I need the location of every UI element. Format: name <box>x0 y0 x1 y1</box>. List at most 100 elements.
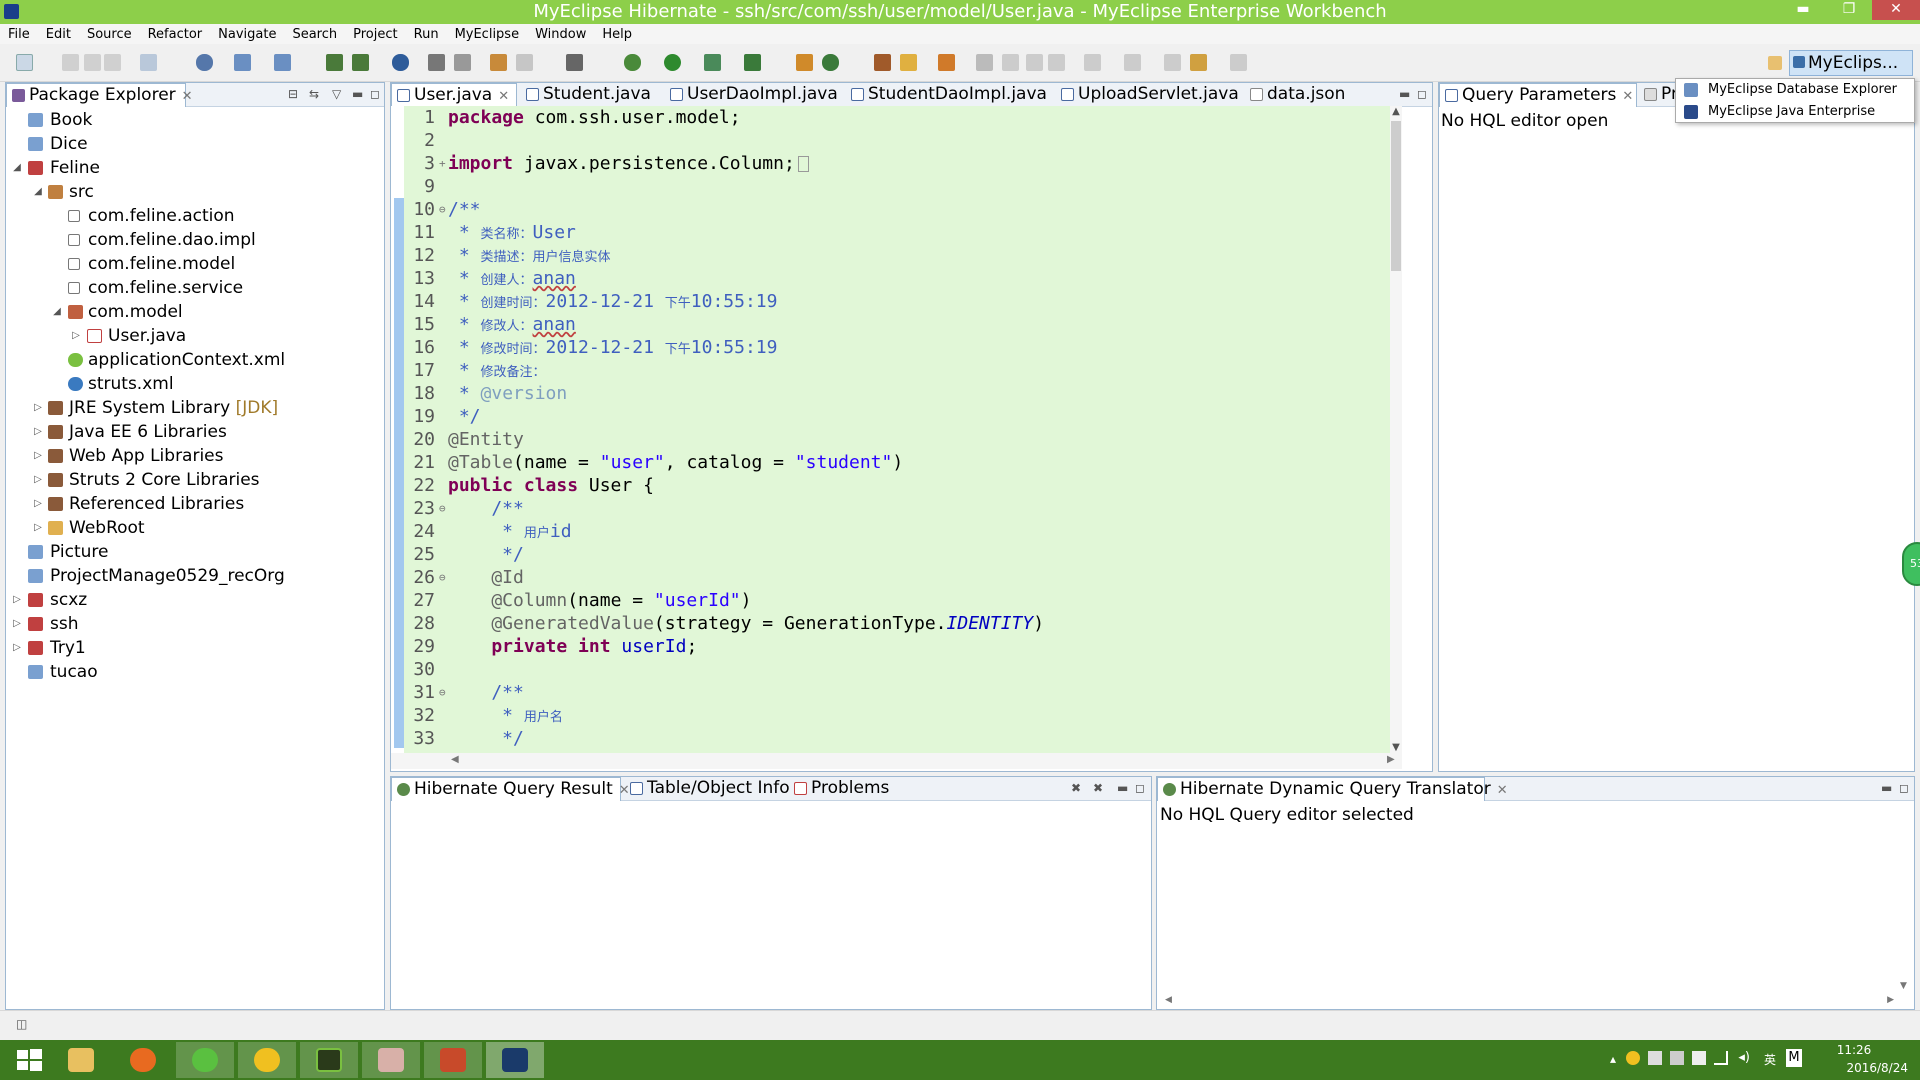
save-icon[interactable] <box>62 54 79 71</box>
expanded-arrow-icon[interactable]: ◢ <box>32 180 44 204</box>
refresh-icon[interactable] <box>822 54 839 71</box>
flag-icon[interactable] <box>1648 1051 1662 1065</box>
show-whitespace-icon[interactable] <box>1048 54 1065 71</box>
maximize-view-icon[interactable]: ◻ <box>1899 781 1909 795</box>
taskbar-photo[interactable] <box>362 1042 420 1078</box>
remove-all-icon[interactable]: ✖ <box>1093 781 1103 795</box>
menu-navigate[interactable]: Navigate <box>210 27 284 42</box>
close-tab-icon[interactable]: ✕ <box>498 89 509 104</box>
tab-userdaoimpl-java[interactable]: UserDaoImpl.java <box>665 83 845 107</box>
ime-mode-icon[interactable]: M <box>1786 1049 1802 1067</box>
fast-view-icon[interactable]: ◫ <box>16 1017 27 1031</box>
taskbar-dreamweaver[interactable] <box>300 1042 358 1078</box>
expanded-arrow-icon[interactable]: ◢ <box>11 156 23 180</box>
new-class-icon[interactable] <box>516 54 533 71</box>
open-perspective-icon[interactable] <box>1768 56 1782 70</box>
editor-horizontal-scrollbar[interactable]: ◀ ▶ <box>391 753 1402 769</box>
tab-table-object-info[interactable]: Table/Object Info <box>625 777 790 801</box>
search-icon[interactable] <box>938 54 955 71</box>
toggle-mark-icon[interactable] <box>1026 54 1043 71</box>
open-type-icon[interactable] <box>428 54 445 71</box>
back-icon[interactable] <box>1190 54 1207 71</box>
menu-project[interactable]: Project <box>345 27 405 42</box>
maximize-view-icon[interactable]: ◻ <box>370 87 380 101</box>
taskbar-firefox[interactable] <box>114 1042 172 1078</box>
save-all-icon[interactable] <box>84 54 101 71</box>
link-with-editor-icon[interactable]: ⇆ <box>309 87 319 101</box>
expanded-arrow-icon[interactable]: ◢ <box>51 300 63 324</box>
forward-icon[interactable] <box>1230 54 1247 71</box>
close-tab-icon[interactable]: ✕ <box>1497 783 1508 798</box>
globe-icon[interactable] <box>392 54 409 71</box>
folded-block-icon[interactable] <box>797 156 809 172</box>
collapsed-arrow-icon[interactable]: ▷ <box>11 612 23 636</box>
collapsed-arrow-icon[interactable]: ▷ <box>32 468 44 492</box>
menu-run[interactable]: Run <box>406 27 447 42</box>
tab-data-json[interactable]: data.json <box>1245 83 1385 107</box>
tab-student-java[interactable]: Student.java <box>521 83 661 107</box>
scroll-down-arrow-icon[interactable]: ▼ <box>1390 742 1402 753</box>
maximize-button[interactable]: ❐ <box>1826 0 1872 20</box>
close-tab-icon[interactable]: ✕ <box>1622 89 1633 104</box>
annotation-icon[interactable] <box>976 54 993 71</box>
tab-uploadservlet-java[interactable]: UploadServlet.java <box>1056 83 1239 107</box>
collapsed-arrow-icon[interactable]: ▷ <box>32 420 44 444</box>
menu-item-database-explorer[interactable]: MyEclipse Database Explorer <box>1676 79 1914 101</box>
tray-user-icon[interactable] <box>1692 1051 1706 1065</box>
browser-icon[interactable] <box>274 54 291 71</box>
tab-dynamic-query-translator[interactable]: Hibernate Dynamic Query Translator ✕ <box>1157 777 1508 801</box>
editor-vertical-scrollbar[interactable]: ▲ ▼ <box>1390 106 1402 753</box>
view-menu-icon[interactable]: ▽ <box>332 87 341 101</box>
tab-query-parameters[interactable]: Query Parameters ✕ <box>1439 83 1637 107</box>
fold-collapse-icon[interactable]: ⊖ <box>439 566 448 589</box>
tray-monitor-icon[interactable] <box>1670 1051 1684 1065</box>
new-java-project-icon[interactable] <box>796 54 813 71</box>
scroll-right-arrow-icon[interactable]: ▶ <box>1387 754 1395 765</box>
menu-myeclipse[interactable]: MyEclipse <box>447 27 528 42</box>
menu-edit[interactable]: Edit <box>38 27 79 42</box>
maximize-view-icon[interactable]: ◻ <box>1417 87 1427 101</box>
run-last-tool-icon[interactable] <box>704 54 721 71</box>
fold-expand-icon[interactable]: + <box>439 152 448 175</box>
server-icon[interactable] <box>196 54 213 71</box>
collapsed-arrow-icon[interactable]: ▷ <box>32 396 44 420</box>
tab-studentdaoimpl-java[interactable]: StudentDaoImpl.java <box>846 83 1051 107</box>
fold-collapse-icon[interactable]: ⊖ <box>439 497 448 520</box>
collapsed-arrow-icon[interactable]: ▷ <box>70 324 82 348</box>
minimize-view-icon[interactable]: ▬ <box>352 87 363 101</box>
new-package-icon[interactable] <box>490 54 507 71</box>
clear-icon[interactable]: ✖ <box>1071 781 1081 795</box>
open-resource-icon[interactable] <box>454 54 471 71</box>
clock-date[interactable]: 2016/8/24 <box>1828 1061 1908 1075</box>
new-project-icon[interactable] <box>140 54 157 71</box>
fold-collapse-icon[interactable]: ⊖ <box>439 198 448 221</box>
collapse-all-icon[interactable]: ⊟ <box>288 87 298 101</box>
hibernate-icon[interactable] <box>326 54 343 71</box>
collapsed-arrow-icon[interactable]: ▷ <box>32 516 44 540</box>
scroll-up-arrow-icon[interactable]: ▲ <box>1390 106 1402 117</box>
collapsed-arrow-icon[interactable]: ▷ <box>11 588 23 612</box>
tab-problems[interactable]: Problems <box>789 777 889 801</box>
perspective-button[interactable]: MyEclips... <box>1789 50 1913 76</box>
menu-help[interactable]: Help <box>594 27 640 42</box>
menu-source[interactable]: Source <box>79 27 140 42</box>
translator-vertical-scrollbar[interactable]: ▼ <box>1900 803 1912 993</box>
collapsed-arrow-icon[interactable]: ▷ <box>32 444 44 468</box>
tab-user-java[interactable]: User.java ✕ <box>391 83 517 107</box>
close-button[interactable]: ✕ <box>1872 0 1920 20</box>
start-button[interactable] <box>0 1042 58 1078</box>
tray-expand-icon[interactable]: ▴ <box>1610 1052 1616 1066</box>
collapsed-arrow-icon[interactable]: ▷ <box>11 636 23 660</box>
prev-annotation-icon[interactable] <box>1124 54 1141 71</box>
terminal-icon[interactable] <box>566 54 583 71</box>
fold-collapse-icon[interactable]: ⊖ <box>439 681 448 704</box>
open-folder-icon[interactable] <box>874 54 891 71</box>
pencil-icon[interactable] <box>900 54 917 71</box>
menu-item-java-enterprise[interactable]: MyEclipse Java Enterprise <box>1676 101 1914 123</box>
menu-refactor[interactable]: Refactor <box>140 27 211 42</box>
new-icon[interactable] <box>16 54 33 71</box>
menu-file[interactable]: File <box>0 27 38 42</box>
menu-window[interactable]: Window <box>527 27 594 42</box>
menu-search[interactable]: Search <box>284 27 345 42</box>
reverse-engineer-icon[interactable] <box>352 54 369 71</box>
